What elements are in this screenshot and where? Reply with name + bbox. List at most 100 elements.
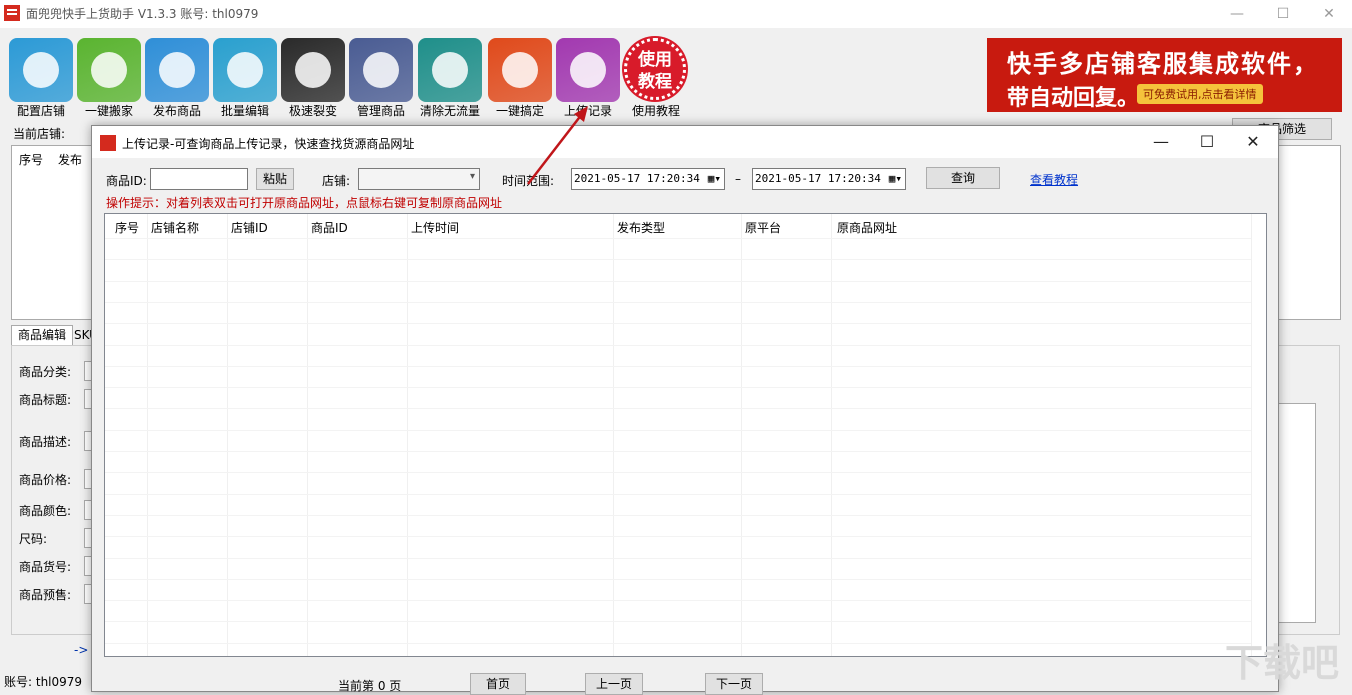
- promo-banner[interactable]: 快手多店铺客服集成软件， 带自动回复。 可免费试用,点击看详情: [987, 38, 1342, 112]
- status-account: 账号: thl0979: [4, 675, 83, 689]
- row-divider: [105, 536, 1251, 537]
- minimize-button[interactable]: —: [1214, 0, 1260, 28]
- preview-box: [1278, 403, 1316, 623]
- shop-label: 店铺:: [322, 174, 351, 188]
- column-header[interactable]: 店铺ID: [231, 219, 268, 236]
- banner-line1: 快手多店铺客服集成软件，: [1007, 50, 1319, 78]
- forbidden-icon: [418, 38, 482, 102]
- row-divider: [105, 451, 1251, 452]
- row-divider: [105, 472, 1251, 473]
- current-shop-label: 当前店铺:: [13, 127, 66, 141]
- product-id-input[interactable]: [150, 168, 248, 190]
- form-label: 商品颜色:: [19, 504, 72, 518]
- tag-icon: [488, 38, 552, 102]
- form-label: 商品预售:: [19, 588, 72, 602]
- column-header[interactable]: 原平台: [745, 219, 781, 236]
- dialog-minimize-button[interactable]: —: [1138, 126, 1184, 158]
- toolbar-button-6[interactable]: 管理商品: [349, 38, 413, 118]
- row-divider: [105, 345, 1251, 346]
- date-to-value: 2021-05-17 17:20:34: [755, 172, 881, 185]
- column-divider: [1251, 214, 1252, 656]
- watermark: 下载吧: [1225, 641, 1340, 685]
- toolbar-button-7[interactable]: 清除无流量: [418, 38, 482, 118]
- row-divider: [105, 558, 1251, 559]
- toolbar-label: 极速裂变: [288, 104, 337, 118]
- toolbar-button-5[interactable]: 极速裂变: [281, 38, 345, 118]
- shop-table[interactable]: 序号 发布: [11, 145, 93, 320]
- tab-product-edit[interactable]: 商品编辑: [11, 325, 73, 345]
- operation-hint: 操作提示：对着列表双击可打开原商品网址，点鼠标右键可复制原商品网址: [106, 196, 503, 210]
- calendar-dropdown-icon: ▦▾: [888, 172, 902, 185]
- column-header[interactable]: 发布类型: [617, 219, 665, 236]
- shop-table-right-part: [1278, 145, 1341, 320]
- form-label: 商品标题:: [19, 393, 72, 407]
- toolbar-button-2[interactable]: 一键搬家: [77, 38, 141, 118]
- toolbar-button-1[interactable]: 配置店铺: [9, 38, 73, 118]
- toolbar-label: 一键搬家: [84, 104, 133, 118]
- toolbar-label: 发布商品: [152, 104, 201, 118]
- paste-button[interactable]: 粘贴: [256, 168, 294, 190]
- annotation-arrow-icon: [527, 106, 588, 185]
- row-divider: [105, 259, 1251, 260]
- gear-icon: [349, 38, 413, 102]
- form-label: 尺码:: [19, 532, 48, 546]
- row-divider: [105, 494, 1251, 495]
- dialog-titlebar: 上传记录-可查询商品上传记录，快速查找货源商品网址 — ☐ ✕: [92, 126, 1278, 158]
- notepad-icon: [213, 38, 277, 102]
- row-divider: [105, 408, 1251, 409]
- product-id-label: 商品ID:: [106, 174, 147, 188]
- dialog-close-button[interactable]: ✕: [1230, 126, 1276, 158]
- shop-select[interactable]: ▾: [358, 168, 480, 190]
- column-header[interactable]: 上传时间: [411, 219, 459, 236]
- row-divider: [105, 579, 1251, 580]
- main-titlebar: 面兜兜快手上货助手 V1.3.3 账号: thl0979 — ☐ ✕: [0, 0, 1352, 28]
- download-cloud-icon: [77, 38, 141, 102]
- column-header[interactable]: 序号: [115, 219, 139, 236]
- app-title: 面兜兜快手上货助手 V1.3.3 账号: thl0979: [26, 7, 259, 21]
- row-divider: [105, 515, 1251, 516]
- row-divider: [105, 238, 1251, 239]
- bookmark-icon: [556, 38, 620, 102]
- banner-hint: 可免费试用,点击看详情: [1137, 84, 1263, 104]
- dialog-maximize-button[interactable]: ☐: [1184, 126, 1230, 158]
- tutorial-badge-icon: 使用 教程: [624, 38, 686, 100]
- upload-records-dialog: 上传记录-可查询商品上传记录，快速查找货源商品网址 — ☐ ✕ 商品ID: 粘贴…: [91, 125, 1279, 695]
- maximize-button[interactable]: ☐: [1260, 0, 1306, 28]
- date-separator: –: [735, 172, 741, 186]
- toolbar-button-4[interactable]: 批量编辑: [213, 38, 277, 118]
- chevron-down-icon: ▾: [469, 171, 475, 182]
- toolbar-button-3[interactable]: 发布商品: [145, 38, 209, 118]
- current-page-text: 当前第 0 页: [338, 679, 402, 693]
- dialog-title: 上传记录-可查询商品上传记录，快速查找货源商品网址: [122, 137, 415, 151]
- dialog-logo-icon: [100, 135, 116, 151]
- row-divider: [105, 600, 1251, 601]
- date-to-picker[interactable]: 2021-05-17 17:20:34 ▦▾: [752, 168, 906, 190]
- column-header[interactable]: 商品ID: [311, 219, 348, 236]
- row-divider: [105, 643, 1251, 644]
- column-header[interactable]: 原商品网址: [837, 219, 897, 236]
- column-header[interactable]: 店铺名称: [151, 219, 199, 236]
- toolbar-label: 管理商品: [356, 104, 405, 118]
- records-table[interactable]: 序号 店铺名称 店铺ID 商品ID 上传时间 发布类型 原平台 原商品网址: [104, 213, 1267, 657]
- row-divider: [105, 323, 1251, 324]
- shop-table-header-index: 序号: [19, 153, 44, 167]
- row-divider: [105, 387, 1251, 388]
- toolbar-button-10[interactable]: 使用 教程 使用教程: [624, 38, 688, 118]
- query-button[interactable]: 查询: [926, 167, 1000, 189]
- row-divider: [105, 366, 1251, 367]
- banner-line2: 带自动回复。: [1007, 86, 1140, 111]
- toolbar-label: 批量编辑: [220, 104, 269, 118]
- layers-icon: [281, 38, 345, 102]
- app-logo-icon: [4, 5, 20, 21]
- toolbar-label: 配置店铺: [16, 104, 65, 118]
- row-divider: [105, 302, 1251, 303]
- tutorial-link[interactable]: 查看教程: [1030, 171, 1078, 188]
- more-link[interactable]: ->: [74, 643, 88, 657]
- close-button[interactable]: ✕: [1306, 0, 1352, 28]
- row-divider: [105, 430, 1251, 431]
- toolbar-label: 清除无流量: [419, 104, 480, 118]
- shop-table-header-publish: 发布: [58, 153, 83, 167]
- row-divider: [105, 281, 1251, 282]
- form-label: 商品货号:: [19, 560, 72, 574]
- calendar-dropdown-icon: ▦▾: [707, 172, 721, 185]
